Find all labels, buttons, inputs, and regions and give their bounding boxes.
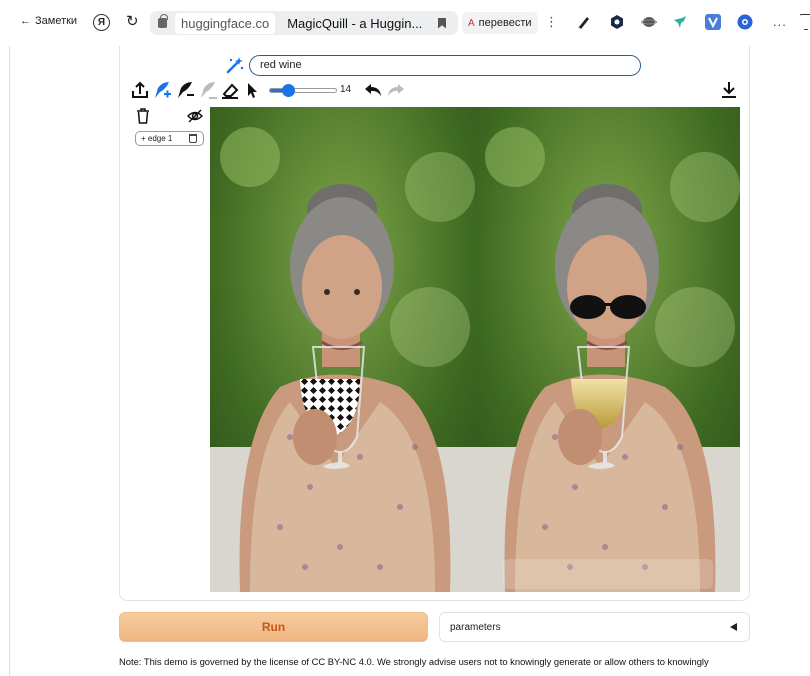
back-label: Заметки xyxy=(35,15,78,27)
input-image xyxy=(210,107,475,592)
output-preview xyxy=(475,107,740,592)
pen-icon[interactable] xyxy=(576,14,592,30)
sphere-icon[interactable] xyxy=(641,14,657,30)
reload-icon[interactable]: ↻ xyxy=(126,12,139,30)
drawing-toolbar: 14 xyxy=(130,80,740,102)
eye-off-icon[interactable] xyxy=(187,108,203,124)
bookmark-icon[interactable] xyxy=(438,17,446,29)
input-canvas[interactable] xyxy=(210,107,475,592)
brush-size-knob[interactable] xyxy=(282,84,296,97)
yandex-icon[interactable]: Я xyxy=(93,14,110,31)
trash-icon[interactable] xyxy=(135,108,151,124)
pointer-icon[interactable] xyxy=(242,80,262,100)
magic-wand-icon[interactable] xyxy=(226,56,244,74)
arrow-left-icon: ← xyxy=(20,15,31,27)
layer-delete-icon[interactable] xyxy=(189,134,197,143)
subtract-brush-icon[interactable] xyxy=(175,80,195,100)
license-note: Note: This demo is governed by the licen… xyxy=(119,656,709,667)
color-brush-icon[interactable] xyxy=(198,80,218,100)
prompt-input[interactable]: red wine xyxy=(249,55,641,76)
circle-icon[interactable] xyxy=(737,14,753,30)
add-brush-icon[interactable] xyxy=(152,80,172,100)
layer-label: + edge 1 xyxy=(141,134,173,143)
brush-size-slider[interactable] xyxy=(269,84,337,97)
lock-icon xyxy=(158,14,168,28)
layer-item[interactable]: + edge 1 xyxy=(135,131,204,146)
translate-icon: A xyxy=(468,17,475,29)
more-icon[interactable]: ... xyxy=(773,14,787,29)
page-title: MagicQuill - a Huggin... xyxy=(287,15,423,31)
parameters-label: parameters xyxy=(450,621,501,633)
browser-toolbar: ← Заметки Я ↻ huggingface.co MagicQuill … xyxy=(0,0,810,46)
v-icon[interactable] xyxy=(705,14,721,30)
bird-icon[interactable] xyxy=(672,14,688,30)
upload-icon[interactable] xyxy=(130,80,150,100)
eraser-icon[interactable] xyxy=(220,80,240,100)
page-border xyxy=(9,46,10,676)
filter-icon[interactable] xyxy=(800,14,810,30)
run-button[interactable]: Run xyxy=(119,612,428,642)
undo-icon[interactable] xyxy=(363,80,383,100)
output-image xyxy=(475,107,740,592)
translate-label: перевести xyxy=(478,17,532,29)
caret-left-icon xyxy=(730,623,737,631)
address-bar[interactable]: huggingface.co MagicQuill - a Huggin... xyxy=(150,11,458,35)
brush-size-value: 14 xyxy=(340,84,352,95)
address-domain: huggingface.co xyxy=(175,12,276,34)
hexagon-icon[interactable] xyxy=(609,14,625,30)
download-icon[interactable] xyxy=(719,80,739,100)
translate-button[interactable]: A перевести xyxy=(462,12,538,34)
menu-icon[interactable]: ⋮ xyxy=(545,14,558,30)
parameters-accordion[interactable]: parameters xyxy=(439,612,750,642)
back-button[interactable]: ← Заметки xyxy=(20,15,77,27)
redo-icon[interactable] xyxy=(386,80,406,100)
